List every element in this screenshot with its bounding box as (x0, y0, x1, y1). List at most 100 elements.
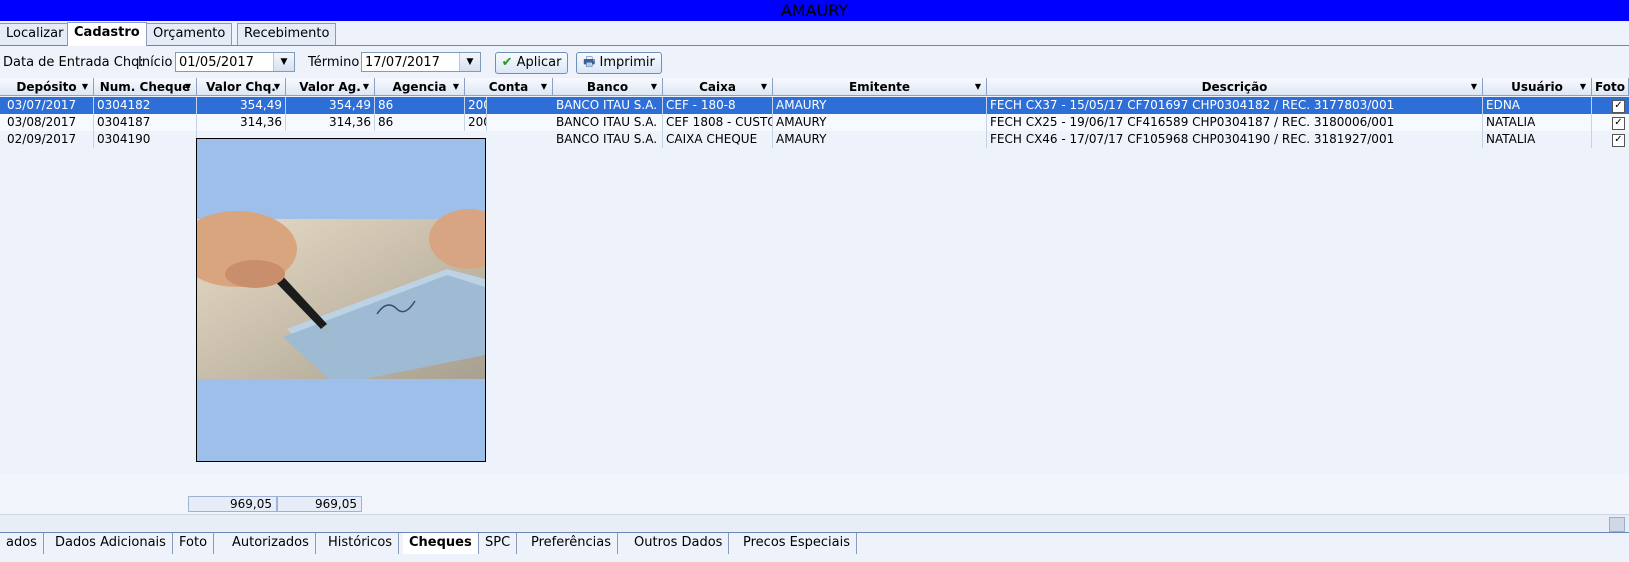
column-header-label: Emitente (848, 80, 911, 94)
tab-spc[interactable]: SPC (479, 533, 518, 554)
table-row[interactable]: 03/07/2017 0304182 354,49 354,49 86 200 … (0, 97, 1629, 114)
foto-checkbox[interactable]: ✓ (1612, 117, 1625, 130)
cell-descricao: FECH CX25 - 19/06/17 CF416589 CHP0304187… (987, 114, 1483, 131)
chevron-down-icon[interactable]: ▼ (363, 78, 369, 96)
column-header-usuario[interactable]: Usuário ▼ (1483, 78, 1592, 96)
print-button[interactable]: 🖶 Imprimir (576, 52, 662, 74)
column-header-label: Descrição (1201, 80, 1268, 94)
column-header-label: Valor Chq. (206, 80, 276, 94)
cheque-signing-image (177, 139, 509, 461)
column-header-agencia[interactable]: Agencia ▼ (375, 78, 465, 96)
tab-outros-dados[interactable]: Outros Dados (628, 533, 730, 554)
tab-foto[interactable]: Foto (173, 533, 215, 554)
start-date-value: 01/05/2017 (179, 55, 254, 70)
scroll-right-button[interactable] (1609, 517, 1625, 532)
top-tab-bar: Localizar Cadastro Orçamento Recebimento (0, 21, 1629, 46)
tab-dados-adicionais[interactable]: Dados Adicionais (49, 533, 173, 554)
tab-dados[interactable]: ados (0, 533, 44, 554)
column-header-valor-ag[interactable]: Valor Ag. ▼ (286, 78, 375, 96)
total-valor-chq: 969,05 (188, 496, 277, 512)
column-header-descricao[interactable]: Descrição ▼ (987, 78, 1483, 96)
chevron-down-icon[interactable]: ▼ (1580, 78, 1586, 96)
window-title: AMAURY (0, 0, 1629, 21)
cell-deposito: 03/07/2017 (0, 97, 94, 114)
end-date-value: 17/07/2017 (365, 55, 440, 70)
cell-descricao: FECH CX46 - 17/07/17 CF105968 CHP0304190… (987, 131, 1483, 148)
column-header-num-cheque[interactable]: Num. Cheque ▼ (94, 78, 197, 96)
cell-deposito: 02/09/2017 (0, 131, 94, 148)
column-header-label: Depósito (16, 80, 77, 94)
cell-num-cheque: 0304187 (94, 114, 197, 131)
column-header-label: Agencia (392, 80, 447, 94)
cell-valor-chq: 354,49 (197, 97, 286, 114)
column-header-banco[interactable]: Banco ▼ (553, 78, 663, 96)
date-filter-label: Data de Entrada Chq: (3, 55, 144, 70)
check-icon: ✔ (501, 55, 513, 70)
apply-button[interactable]: ✔ Aplicar (495, 52, 568, 74)
cell-emitente: AMAURY (773, 114, 987, 131)
chevron-down-icon[interactable]: ▼ (273, 53, 294, 71)
end-date-field[interactable]: 17/07/2017 ▼ (361, 52, 481, 72)
chevron-down-icon[interactable]: ▼ (541, 78, 547, 96)
cell-conta: 200 (465, 97, 487, 114)
cell-caixa: CEF 1808 - CUSTOD (663, 114, 773, 131)
tab-autorizados[interactable]: Autorizados (226, 533, 316, 554)
chevron-down-icon[interactable]: ▼ (453, 78, 459, 96)
column-header-label: Foto (1595, 80, 1625, 94)
column-header-caixa[interactable]: Caixa ▼ (663, 78, 773, 96)
apply-button-label: Aplicar (516, 55, 562, 70)
cell-valor-ag: 314,36 (286, 114, 375, 131)
column-header-label: Valor Ag. (299, 80, 361, 94)
chevron-down-icon[interactable]: ▼ (761, 78, 767, 96)
start-date-field[interactable]: 01/05/2017 ▼ (175, 52, 295, 72)
column-header-deposito[interactable]: Depósito ▼ (0, 78, 94, 96)
column-header-valor-chq[interactable]: Valor Chq. ▼ (197, 78, 286, 96)
column-header-emitente[interactable]: Emitente ▼ (773, 78, 987, 96)
cell-usuario: EDNA (1483, 97, 1592, 114)
cell-banco: BANCO ITAU S.A. (553, 114, 663, 131)
chevron-down-icon[interactable]: ▼ (274, 78, 280, 96)
end-date-label: Término (308, 55, 360, 70)
column-header-foto[interactable]: Foto (1592, 78, 1629, 96)
tab-historicos[interactable]: Históricos (322, 533, 400, 554)
chevron-down-icon[interactable]: ▼ (1471, 78, 1477, 96)
printer-icon: 🖶 (583, 55, 596, 70)
cell-caixa: CEF - 180-8 (663, 97, 773, 114)
foto-checkbox[interactable]: ✓ (1612, 134, 1625, 147)
table-row[interactable]: 03/08/2017 0304187 314,36 314,36 86 200 … (0, 114, 1629, 131)
cell-agencia: 86 (375, 114, 465, 131)
cell-conta: 200 (465, 114, 487, 131)
cell-caixa: CAIXA CHEQUE (663, 131, 773, 148)
tab-orcamento[interactable]: Orçamento (146, 23, 233, 45)
horizontal-scrollbar[interactable] (0, 514, 1629, 533)
column-header-conta[interactable]: Conta ▼ (465, 78, 553, 96)
cell-banco: BANCO ITAU S.A. (553, 97, 663, 114)
cell-emitente: AMAURY (773, 131, 987, 148)
tab-precos-especiais[interactable]: Precos Especiais (737, 533, 858, 554)
tab-cheques[interactable]: Cheques (403, 533, 479, 554)
chevron-down-icon[interactable]: ▼ (185, 78, 191, 96)
cell-num-cheque: 0304190 (94, 131, 197, 148)
cell-emitente: AMAURY (773, 97, 987, 114)
cell-valor-chq: 314,36 (197, 114, 286, 131)
column-header-label: Conta (488, 80, 529, 94)
tab-preferencias[interactable]: Preferências (525, 533, 619, 554)
print-button-label: Imprimir (599, 55, 655, 70)
chevron-down-icon[interactable]: ▼ (651, 78, 657, 96)
tab-cadastro[interactable]: Cadastro (67, 22, 147, 46)
column-header-label: Usuário (1511, 80, 1563, 94)
chevron-down-icon[interactable]: ▼ (459, 53, 480, 71)
total-valor-ag: 969,05 (277, 496, 362, 512)
cell-usuario: NATALIA (1483, 131, 1592, 148)
foto-checkbox[interactable]: ✓ (1612, 100, 1625, 113)
chevron-down-icon[interactable]: ▼ (82, 78, 88, 96)
tab-recebimento[interactable]: Recebimento (237, 23, 337, 45)
cell-usuario: NATALIA (1483, 114, 1592, 131)
cheque-photo-preview (177, 138, 509, 462)
tab-localizar[interactable]: Localizar (0, 23, 71, 45)
cell-deposito: 03/08/2017 (0, 114, 94, 131)
start-date-label: Início (138, 55, 173, 70)
cell-agencia: 86 (375, 97, 465, 114)
cell-banco: BANCO ITAU S.A. (553, 131, 663, 148)
chevron-down-icon[interactable]: ▼ (975, 78, 981, 96)
